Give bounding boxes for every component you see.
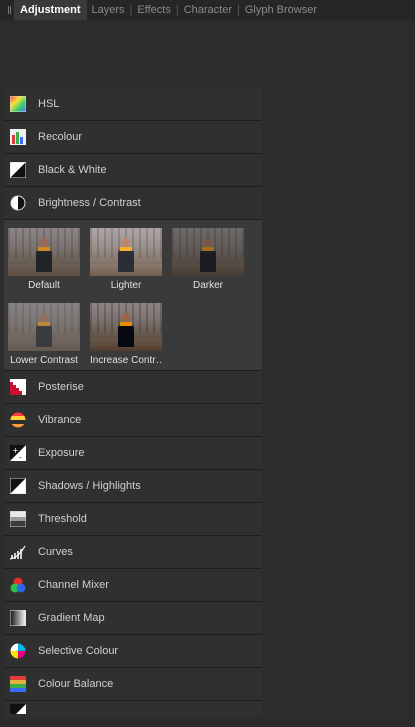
adjustment-label: HSL <box>38 98 60 110</box>
adjustment-label: Selective Colour <box>38 645 119 657</box>
adjustment-label: Recolour <box>38 131 83 143</box>
adjustment-label: Shadows / Highlights <box>38 480 141 492</box>
svg-text:+: + <box>12 446 19 455</box>
adjustment-item-recolour[interactable]: Recolour <box>4 121 262 154</box>
channel-mixer-icon <box>10 577 26 593</box>
preset-label: Darker <box>192 280 223 291</box>
colour-balance-icon <box>10 676 26 692</box>
preset-lower-contrast[interactable]: Lower Contrast <box>8 303 80 366</box>
preset-default[interactable]: Default <box>8 228 80 291</box>
brightness-contrast-icon <box>10 195 26 211</box>
posterise-icon <box>10 379 26 395</box>
hsl-icon <box>9 95 27 113</box>
adjustment-item-gradient-map[interactable]: Gradient Map <box>4 602 262 635</box>
adjustment-item-black-white[interactable]: Black & White <box>4 154 262 187</box>
adjustment-item-partial[interactable] <box>4 701 262 717</box>
preset-increase-contrast[interactable]: Increase Contr… <box>90 303 162 366</box>
adjustment-item-threshold[interactable]: Threshold <box>4 503 262 536</box>
adjustment-item-colour-balance[interactable]: Colour Balance <box>4 668 262 701</box>
preset-thumbnail <box>8 228 80 276</box>
preset-label: Default <box>28 280 60 291</box>
adjustment-item-exposure[interactable]: + - Exposure <box>4 437 262 470</box>
exposure-icon: + - <box>10 445 26 462</box>
recolour-icon <box>10 129 26 145</box>
panel-grip-handle[interactable] <box>0 0 14 20</box>
vibrance-icon <box>10 412 26 428</box>
threshold-icon <box>9 510 27 528</box>
black-white-icon <box>9 161 27 179</box>
tab-adjustment[interactable]: Adjustment <box>14 0 87 20</box>
preset-thumbnail <box>172 228 244 276</box>
preset-label: Increase Contr… <box>90 355 162 366</box>
adjustment-list: HSL Recolour Black & White Brightness / … <box>4 88 262 717</box>
adjustment-panel: HSL Recolour Black & White Brightness / … <box>0 20 415 727</box>
preset-thumbnail <box>90 303 162 351</box>
preset-darker[interactable]: Darker <box>172 228 244 291</box>
gradient-map-icon <box>9 609 27 627</box>
panel-tab-bar: Adjustment Layers | Effects | Character … <box>0 0 415 20</box>
adjustment-partial-icon <box>10 704 26 714</box>
preset-thumbnail <box>90 228 162 276</box>
tab-layers[interactable]: Layers <box>87 0 130 20</box>
adjustment-label: Colour Balance <box>38 678 114 690</box>
curves-icon <box>9 544 26 560</box>
adjustment-item-channel-mixer[interactable]: Channel Mixer <box>4 569 262 602</box>
preset-thumbnail <box>8 303 80 351</box>
adjustment-label: Gradient Map <box>38 612 105 624</box>
adjustment-item-vibrance[interactable]: Vibrance <box>4 404 262 437</box>
adjustment-label: Black & White <box>38 164 107 176</box>
tab-glyph-browser[interactable]: Glyph Browser <box>240 0 322 20</box>
adjustment-label: Curves <box>38 546 73 558</box>
shadows-highlights-icon <box>9 477 27 495</box>
adjustment-item-shadows-highlights[interactable]: Shadows / Highlights <box>4 470 262 503</box>
adjustment-label: Vibrance <box>38 414 82 426</box>
brightness-contrast-presets: Default Lighter Darker Lower Contrast In… <box>4 220 262 371</box>
tab-effects[interactable]: Effects <box>132 0 175 20</box>
selective-colour-icon <box>10 643 26 659</box>
adjustment-label: Posterise <box>38 381 84 393</box>
preset-label: Lighter <box>110 280 142 291</box>
preset-lighter[interactable]: Lighter <box>90 228 162 291</box>
tab-character[interactable]: Character <box>179 0 237 20</box>
preset-label: Lower Contrast <box>10 355 78 366</box>
adjustment-item-selective-colour[interactable]: Selective Colour <box>4 635 262 668</box>
svg-text:-: - <box>19 453 22 461</box>
adjustment-label: Threshold <box>38 513 87 525</box>
adjustment-label: Brightness / Contrast <box>38 197 141 209</box>
adjustment-item-curves[interactable]: Curves <box>4 536 262 569</box>
adjustment-item-hsl[interactable]: HSL <box>4 88 262 121</box>
adjustment-item-posterise[interactable]: Posterise <box>4 371 262 404</box>
adjustment-item-brightness-contrast[interactable]: Brightness / Contrast <box>4 187 262 220</box>
adjustment-label: Channel Mixer <box>38 579 109 591</box>
adjustment-label: Exposure <box>38 447 85 459</box>
